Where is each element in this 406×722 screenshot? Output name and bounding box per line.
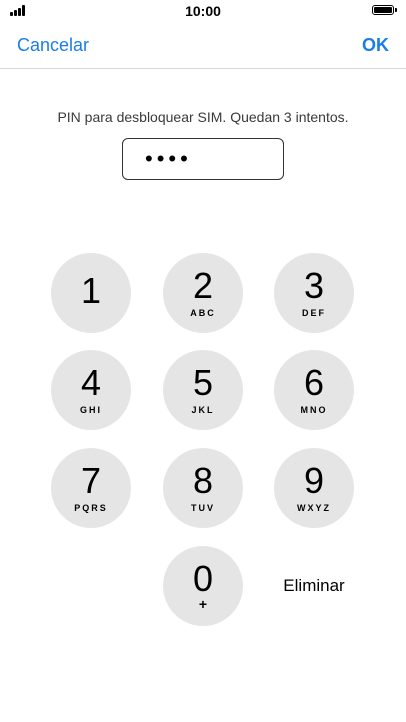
status-time: 10:00: [185, 3, 221, 19]
key-letters: DEF: [302, 308, 326, 318]
key-digit: 4: [80, 362, 102, 403]
key-digit: 1: [80, 270, 102, 311]
nav-bar: Cancelar OK: [0, 22, 406, 69]
key-8[interactable]: 8 TUV: [163, 448, 243, 528]
key-3[interactable]: 3 DEF: [274, 253, 354, 333]
pin-input[interactable]: ••••: [122, 138, 284, 180]
pin-masked-value: ••••: [145, 146, 192, 171]
key-digit: 9: [303, 460, 325, 501]
status-bar: 10:00: [0, 0, 406, 22]
key-digit: 0: [192, 558, 214, 599]
key-letters: GHI: [79, 405, 102, 415]
key-2[interactable]: 2 ABC: [163, 253, 243, 333]
key-letters: JKL: [191, 405, 215, 415]
key-1[interactable]: 1: [51, 253, 131, 333]
key-letters: PQRS: [74, 503, 108, 513]
key-digit: 2: [192, 265, 214, 306]
delete-button[interactable]: Eliminar: [274, 574, 354, 598]
key-5[interactable]: 5 JKL: [163, 350, 243, 430]
key-letters: MNO: [300, 405, 328, 415]
key-digit: 6: [303, 362, 325, 403]
key-letters: +: [198, 596, 208, 612]
key-digit: 3: [303, 265, 325, 306]
key-digit: 8: [192, 460, 214, 501]
key-digit: 7: [80, 460, 102, 501]
key-digit: 5: [192, 362, 214, 403]
key-letters: ABC: [190, 308, 216, 318]
key-6[interactable]: 6 MNO: [274, 350, 354, 430]
pin-prompt: PIN para desbloquear SIM. Quedan 3 inten…: [57, 109, 349, 125]
key-4[interactable]: 4 GHI: [51, 350, 131, 430]
key-7[interactable]: 7 PQRS: [51, 448, 131, 528]
key-0[interactable]: 0 +: [163, 546, 243, 626]
key-letters: WXYZ: [297, 503, 331, 513]
ok-button[interactable]: OK: [362, 35, 389, 56]
battery-icon: [372, 5, 397, 15]
key-9[interactable]: 9 WXYZ: [274, 448, 354, 528]
cancel-button[interactable]: Cancelar: [17, 35, 89, 56]
key-letters: TUV: [191, 503, 215, 513]
